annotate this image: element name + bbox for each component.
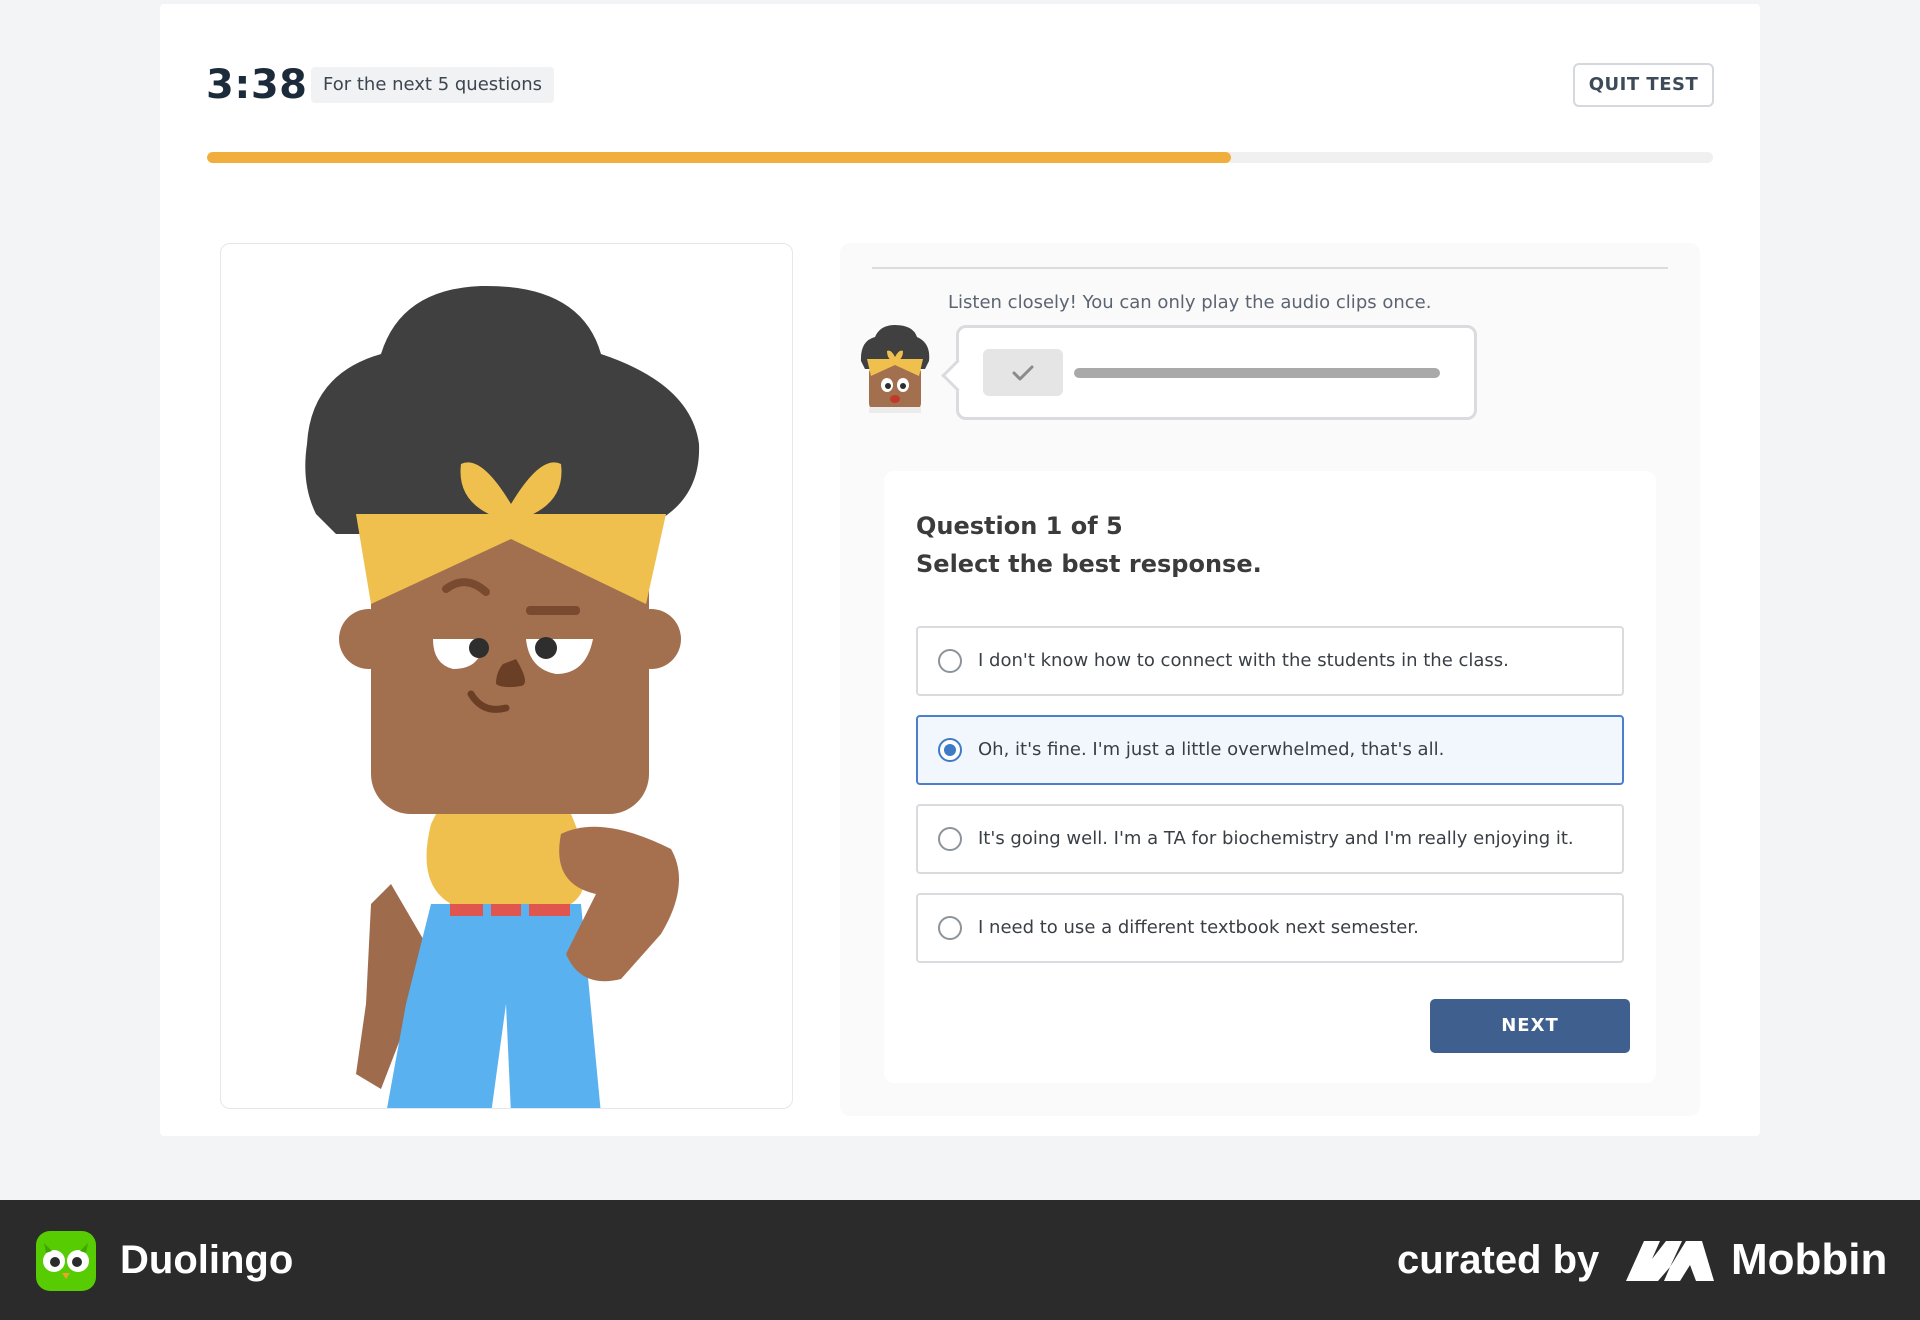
radio-button[interactable] [938, 649, 962, 673]
answer-option[interactable]: I need to use a different textbook next … [916, 893, 1624, 963]
answer-option-text: I need to use a different textbook next … [978, 917, 1419, 938]
answer-option-text: Oh, it's fine. I'm just a little overwhe… [978, 739, 1445, 760]
progress-bar [207, 152, 1713, 163]
radio-button[interactable] [938, 916, 962, 940]
brand-name: Mobbin [1731, 1235, 1888, 1284]
test-card: 3:38 For the next 5 questions QUIT TEST [160, 4, 1760, 1136]
duolingo-logo-icon [36, 1231, 96, 1291]
countdown-timer: 3:38 [206, 62, 308, 108]
progress-fill [207, 152, 1232, 163]
timer-note: For the next 5 questions [311, 67, 555, 103]
radio-button[interactable] [938, 827, 962, 851]
radio-button[interactable] [938, 738, 962, 762]
answer-option[interactable]: Oh, it's fine. I'm just a little overwhe… [916, 715, 1624, 785]
radio-selected-dot [944, 744, 956, 756]
answer-option-text: It's going well. I'm a TA for biochemist… [978, 828, 1574, 849]
check-icon [1012, 365, 1034, 380]
answer-option[interactable]: I don't know how to connect with the stu… [916, 626, 1624, 696]
quit-test-button[interactable]: QUIT TEST [1573, 63, 1714, 107]
listen-instruction: Listen closely! You can only play the au… [948, 292, 1432, 313]
footer-bar: Duolingo curated by Mobbin [0, 1200, 1920, 1320]
divider [872, 267, 1668, 269]
app-name: Duolingo [120, 1238, 294, 1282]
question-number: Question 1 of 5 [916, 512, 1123, 540]
question-card: Question 1 of 5 Select the best response… [884, 471, 1656, 1083]
audio-progress-track [1074, 368, 1440, 378]
mobbin-logo-icon [1626, 1241, 1714, 1281]
character-image [305, 285, 700, 1108]
next-button[interactable]: NEXT [1430, 999, 1630, 1053]
answer-option[interactable]: It's going well. I'm a TA for biochemist… [916, 804, 1624, 874]
curated-by-text: curated by [1397, 1238, 1600, 1282]
audio-play-button[interactable] [983, 349, 1063, 396]
answer-option-text: I don't know how to connect with the stu… [978, 650, 1509, 671]
speaker-avatar [860, 325, 930, 413]
question-area: Listen closely! You can only play the au… [840, 243, 1700, 1116]
audio-bubble [956, 325, 1477, 420]
character-illustration [220, 243, 793, 1109]
question-instruction: Select the best response. [916, 550, 1262, 578]
